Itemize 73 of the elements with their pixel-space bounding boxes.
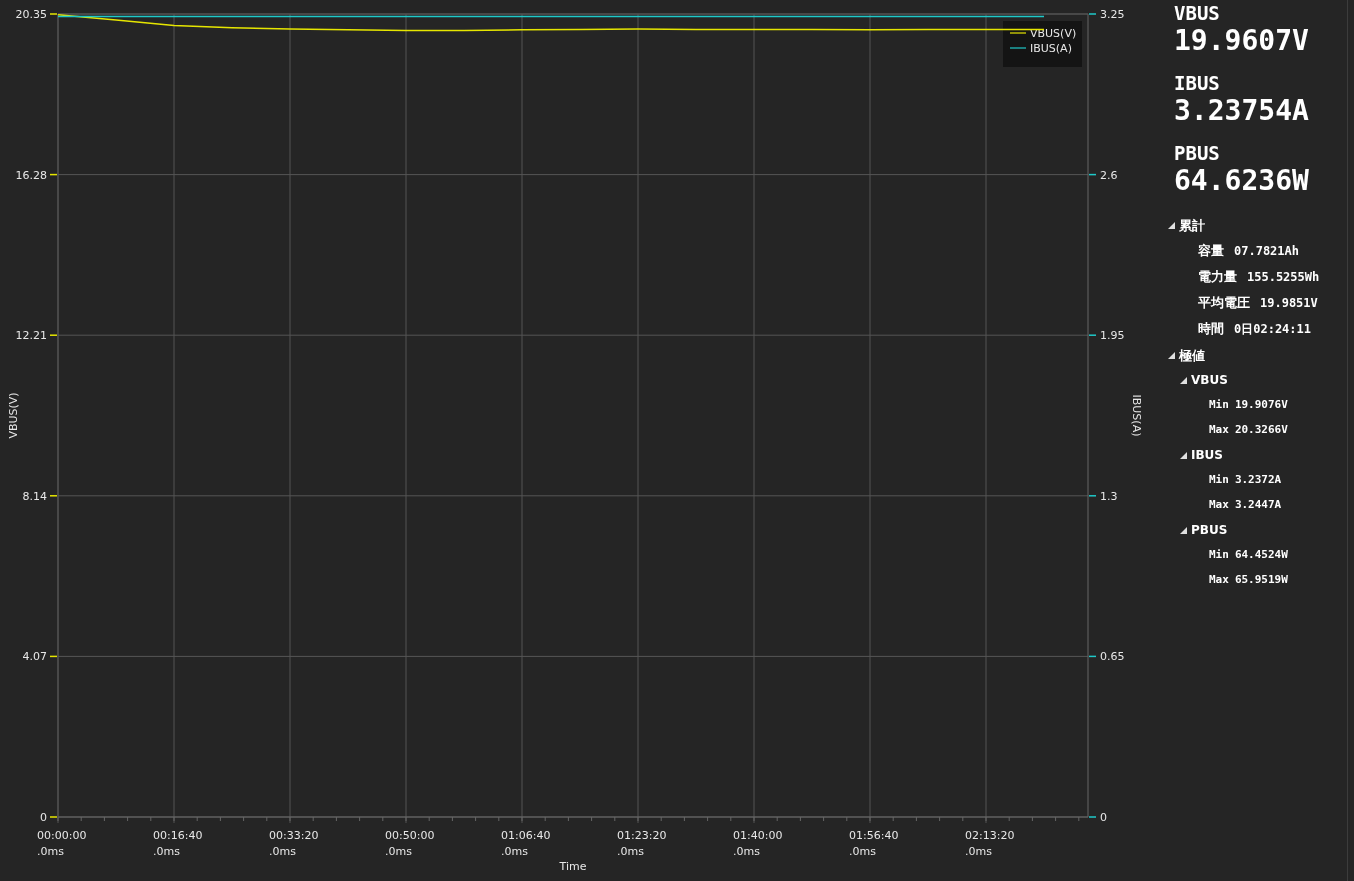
- stat-label: Max: [1209, 572, 1229, 589]
- tick-label: 01:23:20 .0ms: [617, 829, 667, 858]
- tick-label: 16.28: [15, 168, 47, 182]
- reading-label: VBUS: [1174, 2, 1221, 24]
- reading-value: 19.9607V: [1174, 24, 1310, 58]
- expanded-arrow-icon[interactable]: [1168, 221, 1175, 229]
- stat-value: 3.2372A: [1234, 472, 1282, 489]
- stat-label: Min: [1209, 547, 1229, 564]
- reading-value: 64.6236W: [1174, 164, 1310, 198]
- tree-node-label[interactable]: 極値: [1179, 346, 1205, 364]
- reading-value: 3.23754A: [1174, 94, 1310, 128]
- tick-mark: [49, 334, 58, 336]
- tick-label: 1.95: [1100, 329, 1125, 343]
- axis-title: VBUS(V): [7, 392, 20, 439]
- stat-value: 0日02:24:11: [1234, 321, 1312, 338]
- stat-label: Min: [1209, 472, 1229, 489]
- tick-label: 20.35: [15, 8, 47, 21]
- stat-value: 155.5255Wh: [1247, 269, 1320, 286]
- axis-title: IBUS(A): [1130, 394, 1143, 437]
- stat-label: Max: [1209, 422, 1229, 439]
- tree-node-label[interactable]: IBUS: [1191, 447, 1223, 464]
- tick-label: 1.3: [1100, 489, 1118, 503]
- tick-label: 02:13:20 .0ms: [965, 829, 1015, 858]
- tick-label: 12.21: [15, 329, 47, 343]
- tick-label: 0: [1100, 811, 1107, 824]
- tick-label: 01:56:40 .0ms: [849, 829, 899, 858]
- tick-label: 01:06:40 .0ms: [501, 829, 551, 858]
- stat-label: 時間: [1198, 320, 1224, 339]
- tick-mark: [49, 655, 58, 658]
- tick-label: 2.6: [1100, 168, 1118, 182]
- axis-title: Time: [559, 860, 587, 873]
- tick-label: 00:00:00 .0ms: [37, 829, 87, 858]
- tick-label: 0.65: [1100, 650, 1125, 664]
- tick-label: 00:16:40 .0ms: [153, 829, 203, 858]
- stat-value: 19.9076V: [1234, 397, 1288, 414]
- tick-mark: [1088, 495, 1097, 497]
- reading-label: PBUS: [1174, 142, 1221, 164]
- tick-mark: [1088, 655, 1097, 658]
- tick-mark: [49, 173, 58, 176]
- tick-mark: [1088, 173, 1097, 176]
- tree-node-label[interactable]: PBUS: [1191, 522, 1228, 539]
- stat-value: 3.2447A: [1234, 497, 1282, 514]
- tick-mark: [49, 495, 58, 497]
- tick-mark: [49, 816, 58, 818]
- tree-node-label[interactable]: VBUS: [1191, 372, 1228, 389]
- stat-label: 容量: [1198, 242, 1224, 261]
- stat-value: 20.3266V: [1234, 422, 1288, 439]
- stat-label: Max: [1209, 497, 1229, 514]
- stat-label: 平均電圧: [1198, 294, 1250, 313]
- tick-label: 01:40:00 .0ms: [733, 829, 783, 858]
- tick-label: 8.14: [22, 489, 47, 503]
- expanded-arrow-icon[interactable]: [1168, 351, 1175, 359]
- stat-value: 64.4524W: [1234, 547, 1288, 564]
- stat-label: 電力量: [1198, 268, 1237, 287]
- tick-mark: [1088, 334, 1097, 336]
- legend-label: IBUS(A): [1030, 42, 1072, 55]
- tick-label: 00:33:20 .0ms: [269, 829, 319, 858]
- tick-mark: [1088, 816, 1097, 818]
- tick-label: 3.25: [1100, 8, 1125, 21]
- stat-label: Min: [1209, 397, 1229, 414]
- stat-value: 65.9519W: [1234, 572, 1288, 589]
- expanded-arrow-icon[interactable]: [1180, 377, 1187, 384]
- tick-label: 0: [40, 811, 47, 824]
- tick-label: 4.07: [22, 650, 47, 664]
- expanded-arrow-icon[interactable]: [1180, 452, 1187, 459]
- stat-value: 07.7821Ah: [1234, 243, 1300, 260]
- reading-label: IBUS: [1174, 72, 1221, 94]
- expanded-arrow-icon[interactable]: [1180, 527, 1187, 534]
- tick-mark: [49, 13, 58, 15]
- tree-node-label[interactable]: 累計: [1179, 216, 1205, 234]
- stat-value: 19.9851V: [1260, 295, 1318, 312]
- tick-label: 00:50:00 .0ms: [385, 829, 435, 858]
- tick-mark: [1088, 13, 1097, 15]
